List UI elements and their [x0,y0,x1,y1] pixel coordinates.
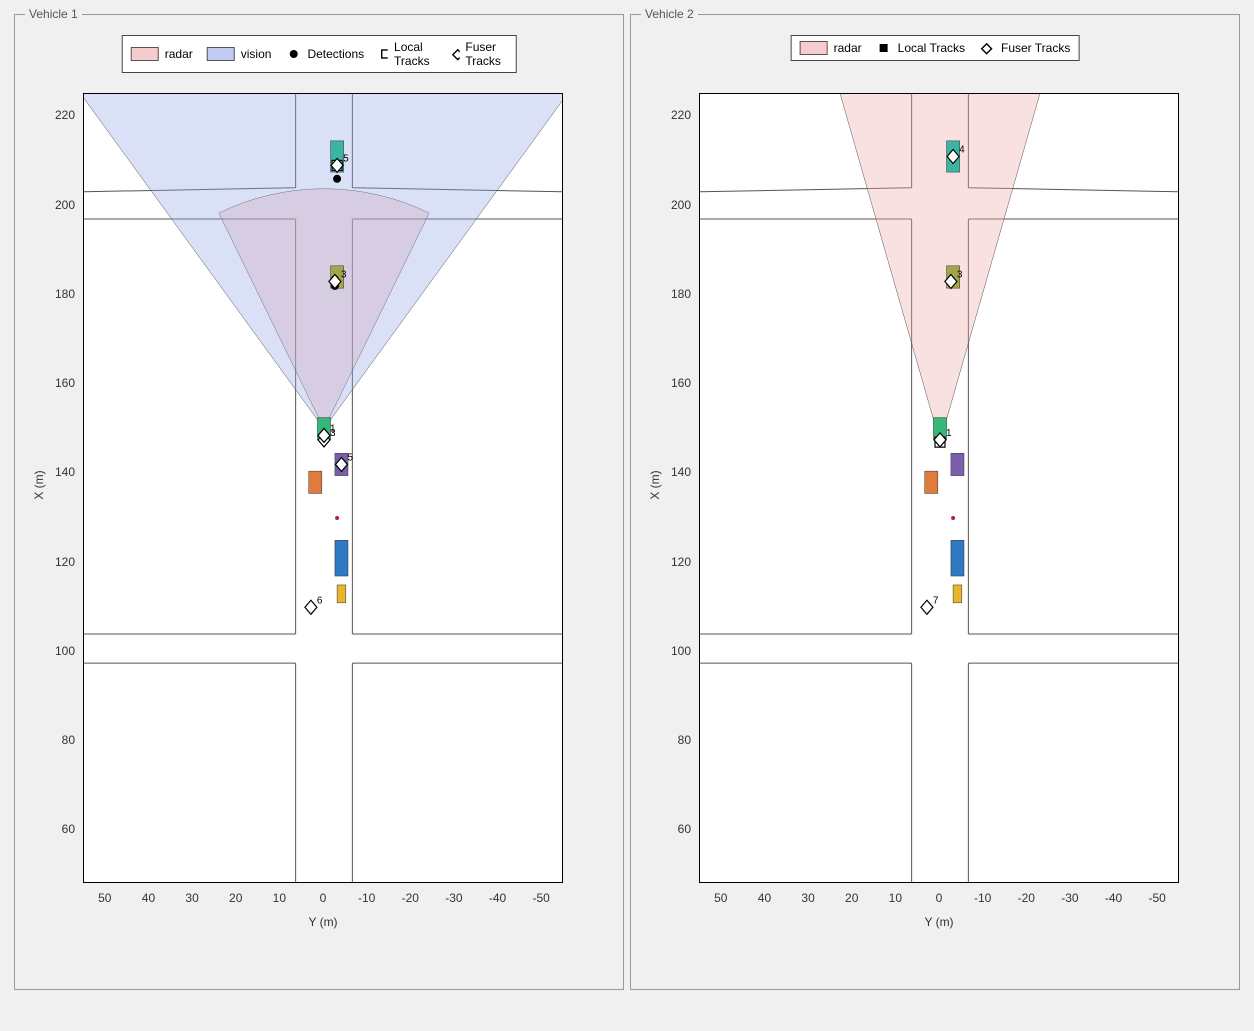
legend-fuser-tracks: Fuser Tracks [450,40,508,68]
square-icon [876,40,892,56]
ticks-container-2: 50403020100-10-20-30-40-5060801001201401… [699,93,1179,883]
legend-vision: vision [207,47,272,61]
xlabel-1: Y (m) [308,915,337,1031]
legend-radar: radar [800,41,862,55]
diamond-icon [450,46,460,62]
ylabel-1: X (m) [32,470,46,499]
diamond-icon [979,40,995,56]
legend-fuser-tracks: Fuser Tracks [979,40,1070,56]
dot-icon [285,46,301,62]
radar-swatch-icon [800,41,828,55]
panel-title-2: Vehicle 2 [641,7,698,21]
ticks-container-1: 50403020100-10-20-30-40-5060801001201401… [83,93,563,883]
vision-swatch-icon [207,47,235,61]
panel-vehicle-2: Vehicle 2 4317 50403020100-10-20-30-40-5… [630,14,1240,990]
ylabel-2: X (m) [648,470,662,499]
legend-local-tracks: Local Tracks [378,40,436,68]
xlabel-2: Y (m) [924,915,953,1031]
legend-local-tracks: Local Tracks [876,40,965,56]
legend-radar: radar [131,47,193,61]
radar-swatch-icon [131,47,159,61]
legend-2: radar Local Tracks Fuser Tracks [791,35,1080,61]
panel-title-1: Vehicle 1 [25,7,82,21]
legend-detections: Detections [285,46,364,62]
figure: Vehicle 1 533156 50403020100-10-20-30-40… [0,0,1254,1004]
square-icon [378,46,388,62]
panel-vehicle-1: Vehicle 1 533156 50403020100-10-20-30-40… [14,14,624,990]
legend-1: radar vision Detections Local Tracks Fus… [122,35,517,73]
